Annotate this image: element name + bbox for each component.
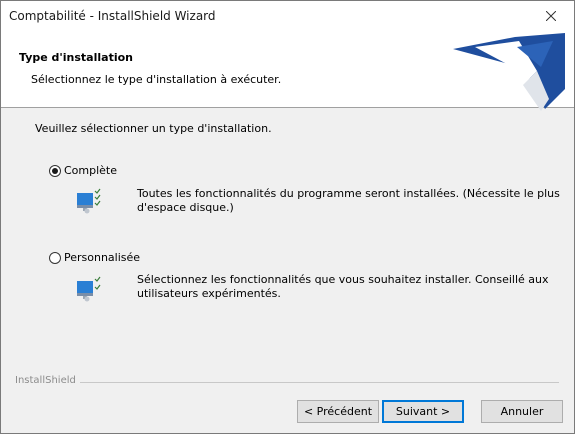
- radio-button-custom[interactable]: [49, 251, 61, 264]
- install-complete-icon: [77, 188, 101, 214]
- option-description-custom: Sélectionnez les fonctionnalités que vou…: [137, 273, 549, 300]
- installshield-wizard-window: Comptabilité - InstallShield Wizard Type…: [0, 0, 575, 434]
- radio-label-custom: Personnalisée: [64, 251, 141, 264]
- footer-divider: [15, 382, 559, 383]
- next-button[interactable]: Suivant >: [382, 400, 464, 423]
- title-bar: Comptabilité - InstallShield Wizard: [1, 1, 574, 31]
- cancel-button[interactable]: Annuler: [481, 400, 563, 423]
- page-subtitle: Sélectionnez le type d'installation à ex…: [31, 73, 282, 86]
- radio-label-complete: Complète: [64, 164, 118, 177]
- selection-prompt: Veuillez sélectionner un type d'installa…: [35, 122, 272, 135]
- wizard-header: Type d'installation Sélectionnez le type…: [1, 31, 574, 111]
- close-icon: [546, 11, 556, 21]
- close-button[interactable]: [528, 1, 574, 31]
- radio-complete[interactable]: Complète: [49, 164, 117, 177]
- window-title: Comptabilité - InstallShield Wizard: [9, 9, 216, 23]
- install-custom-icon: [77, 276, 101, 302]
- option-description-complete: Toutes les fonctionnalités du programme …: [137, 187, 560, 214]
- installshield-brand-label: InstallShield: [15, 375, 80, 386]
- radio-custom[interactable]: Personnalisée: [49, 251, 140, 264]
- page-title: Type d'installation: [19, 51, 133, 64]
- back-button[interactable]: < Précédent: [297, 400, 379, 423]
- radio-button-complete[interactable]: [49, 164, 61, 177]
- installshield-logo-icon: [453, 33, 565, 111]
